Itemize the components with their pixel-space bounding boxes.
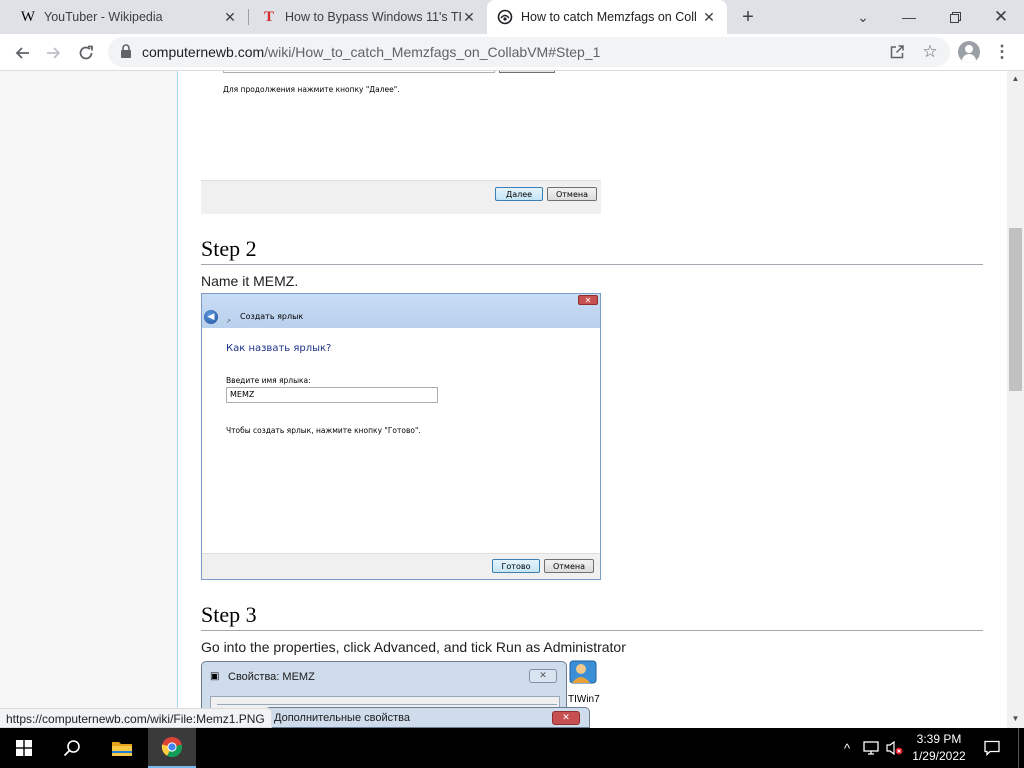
network-icon[interactable]: [860, 728, 882, 768]
advanced-title: Дополнительные свойства: [274, 712, 410, 724]
windows-taskbar: ^ 3:39 PM 1/29/2022: [0, 728, 1024, 768]
back-arrow-icon[interactable]: [8, 39, 36, 67]
shortcut-small-icon: ↗: [226, 318, 232, 325]
user-desktop-icon: [568, 659, 598, 687]
desktop-icon-label: TIWin7: [568, 694, 600, 705]
wikipedia-w-icon: W: [20, 8, 36, 25]
scroll-up-arrow-icon[interactable]: ▲: [1011, 74, 1020, 83]
scrollbar-thumb[interactable]: [1009, 228, 1022, 391]
url-path: /wiki/How_to_catch_Memzfags_on_CollabVM#…: [264, 44, 601, 60]
tab-strip: W YouTuber - Wikipedia ✕ T How to Bypass…: [0, 0, 1024, 34]
forward-arrow-icon[interactable]: [40, 39, 68, 67]
cancel-button: Отмена: [547, 187, 597, 201]
dialog-footer: [202, 553, 600, 579]
browse-button: [499, 71, 555, 73]
dialog-title: Создать ярлык: [240, 312, 304, 321]
reload-icon[interactable]: [72, 39, 100, 67]
menu-kebab-icon[interactable]: ⋮: [992, 42, 1012, 62]
cancel-button: Отмена: [544, 559, 594, 573]
properties-tabs: [217, 697, 557, 705]
dialog-close-icon: ✕: [578, 295, 598, 305]
window-close-icon[interactable]: ✕: [978, 0, 1024, 34]
shortcut-name-field: MEMZ: [226, 387, 438, 403]
link-status-bubble: https://computernewb.com/wiki/File:Memz1…: [0, 708, 272, 728]
dialog-question: Как назвать ярлык?: [226, 343, 332, 354]
bookmark-star-icon[interactable]: ☆: [921, 42, 939, 61]
file-explorer-icon[interactable]: [98, 728, 146, 768]
advanced-properties-window: Дополнительные свойства ✕: [265, 707, 590, 728]
restore-icon[interactable]: [932, 0, 978, 34]
show-hidden-icons-chevron-icon[interactable]: ^: [836, 728, 858, 768]
new-tab-icon[interactable]: +: [737, 6, 759, 28]
dialog-hint: Чтобы создать ярлык, нажмите кнопку "Гот…: [226, 426, 421, 435]
system-clock[interactable]: 3:39 PM 1/29/2022: [900, 731, 978, 765]
url-text[interactable]: computernewb.com/wiki/How_to_catch_Memzf…: [142, 44, 600, 60]
tab-youtuber-wikipedia[interactable]: W YouTuber - Wikipedia ✕: [0, 0, 248, 34]
tab-title: How to catch Memzfags on Colla: [521, 10, 697, 24]
scroll-down-arrow-icon[interactable]: ▼: [1011, 714, 1020, 723]
start-windows-icon[interactable]: [0, 728, 48, 768]
tab-bypass-windows-11[interactable]: T How to Bypass Windows 11's TPM ✕: [249, 0, 487, 34]
tab-catch-memzfags[interactable]: How to catch Memzfags on Colla ✕: [487, 0, 727, 34]
close-icon[interactable]: ✕: [701, 9, 717, 25]
step2-text: Name it MEMZ.: [201, 273, 299, 289]
page-scrollbar[interactable]: ▲ ▼: [1007, 71, 1024, 728]
lock-icon[interactable]: [120, 44, 134, 60]
step3-text: Go into the properties, click Advanced, …: [201, 639, 626, 655]
field-label: Введите имя ярлыка:: [226, 376, 311, 385]
minimize-icon[interactable]: —: [886, 0, 932, 34]
finish-button: Готово: [492, 559, 540, 573]
terminal-small-icon: ▣: [210, 671, 220, 682]
clock-time: 3:39 PM: [916, 732, 962, 746]
step3-heading: Step 3: [201, 602, 983, 631]
url-host: computernewb.com: [142, 44, 265, 60]
step1-screenshot[interactable]: Для продолжения нажмите кнопку "Далее". …: [201, 71, 601, 214]
address-bar[interactable]: computernewb.com/wiki/How_to_catch_Memzf…: [108, 37, 950, 67]
search-icon[interactable]: [48, 728, 96, 768]
chrome-taskbar-icon[interactable]: [148, 728, 196, 768]
page-viewport: Для продолжения нажмите кнопку "Далее". …: [0, 71, 1024, 728]
path-input: [223, 71, 495, 73]
properties-title: Свойства: MEMZ: [228, 671, 315, 683]
back-circle-icon: ◀: [204, 310, 218, 324]
step2-screenshot[interactable]: ✕ ◀ ↗ Создать ярлык Как назвать ярлык? В…: [201, 293, 601, 580]
profile-avatar-icon[interactable]: [958, 41, 980, 63]
clock-date: 1/29/2022: [912, 749, 966, 763]
notifications-icon[interactable]: [980, 728, 1004, 768]
properties-close-icon: ✕: [529, 669, 557, 683]
tab-search-chevron-icon[interactable]: ⌄: [840, 0, 886, 34]
share-icon[interactable]: [888, 43, 906, 61]
dialog-titlebar: [202, 294, 600, 328]
tab-title: YouTuber - Wikipedia: [44, 10, 163, 24]
step2-heading: Step 2: [201, 236, 983, 265]
close-icon[interactable]: ✕: [222, 9, 238, 25]
close-icon[interactable]: ✕: [461, 9, 477, 25]
red-t-icon: T: [263, 8, 274, 25]
show-desktop-button[interactable]: [1018, 728, 1024, 768]
next-button: Далее: [495, 187, 543, 201]
browser-toolbar: computernewb.com/wiki/How_to_catch_Memzf…: [0, 34, 1024, 71]
tab-title: How to Bypass Windows 11's TPM: [285, 10, 461, 24]
advanced-close-icon: ✕: [552, 711, 580, 725]
site-logo-icon: [497, 9, 513, 25]
step1-hint: Для продолжения нажмите кнопку "Далее".: [223, 85, 400, 94]
